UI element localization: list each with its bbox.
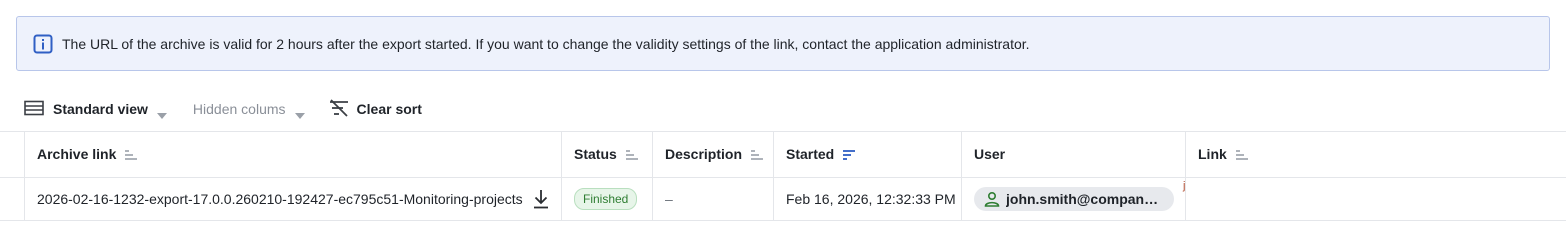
chevron-down-icon bbox=[294, 106, 305, 119]
clear-sort-icon bbox=[329, 98, 349, 120]
archive-table: Archive link Status Description Started … bbox=[0, 131, 1566, 223]
divider bbox=[0, 220, 1566, 221]
column-divider bbox=[773, 131, 774, 221]
table-row-status: Finished bbox=[574, 178, 638, 220]
table-row-started: Feb 16, 2026, 12:32:33 PM bbox=[786, 178, 956, 220]
sort-icon[interactable] bbox=[1235, 148, 1249, 160]
download-icon[interactable] bbox=[533, 189, 549, 209]
archive-link-text: 2026-02-16-1232-export-17.0.0.260210-192… bbox=[37, 191, 523, 207]
column-header-link[interactable]: Link bbox=[1198, 131, 1249, 177]
column-header-label: User bbox=[974, 146, 1006, 162]
column-divider bbox=[652, 131, 653, 221]
column-header-label: Link bbox=[1198, 146, 1227, 162]
column-divider bbox=[24, 131, 25, 221]
chevron-down-icon bbox=[156, 106, 167, 119]
table-row-user: john.smith@company.c... bbox=[974, 178, 1174, 220]
column-header-label: Archive link bbox=[37, 146, 117, 162]
standard-view-dropdown[interactable]: Standard view bbox=[24, 100, 167, 119]
table-row-description: – bbox=[665, 178, 673, 220]
hidden-columns-label: Hidden colums bbox=[192, 101, 286, 117]
column-header-label: Started bbox=[786, 146, 835, 162]
standard-view-label: Standard view bbox=[53, 101, 148, 117]
sort-active-icon[interactable] bbox=[842, 148, 856, 160]
started-text: Feb 16, 2026, 12:32:33 PM bbox=[786, 191, 956, 207]
hidden-columns-dropdown[interactable]: Hidden colums bbox=[192, 101, 305, 119]
info-icon bbox=[33, 34, 53, 54]
column-header-started[interactable]: Started bbox=[786, 131, 856, 177]
description-text: – bbox=[665, 191, 673, 207]
user-name: john.smith@company.c... bbox=[1006, 191, 1162, 207]
clear-sort-label: Clear sort bbox=[356, 101, 422, 117]
column-header-label: Status bbox=[574, 146, 617, 162]
user-icon bbox=[984, 191, 1000, 207]
divider bbox=[0, 131, 1566, 132]
sort-icon[interactable] bbox=[750, 148, 764, 160]
column-divider bbox=[961, 131, 962, 221]
column-header-description[interactable]: Description bbox=[665, 131, 764, 177]
column-header-archive-link[interactable]: Archive link bbox=[37, 131, 138, 177]
table-view-icon bbox=[24, 100, 44, 119]
status-badge: Finished bbox=[574, 188, 638, 210]
column-header-label: Description bbox=[665, 146, 743, 162]
column-header-user[interactable]: User bbox=[974, 131, 1005, 177]
info-banner: The URL of the archive is valid for 2 ho… bbox=[16, 16, 1550, 71]
column-divider bbox=[561, 131, 562, 221]
banner-message: The URL of the archive is valid for 2 ho… bbox=[62, 35, 1030, 52]
grid-toolbar: Standard view Hidden colums Clear sort bbox=[24, 96, 422, 122]
table-row-archive-link: 2026-02-16-1232-export-17.0.0.260210-192… bbox=[37, 178, 549, 220]
column-header-status[interactable]: Status bbox=[574, 131, 639, 177]
column-divider bbox=[1185, 131, 1186, 221]
user-chip[interactable]: john.smith@company.c... bbox=[974, 187, 1174, 211]
link-cell-text[interactable]: j bbox=[1183, 180, 1185, 192]
clear-sort-button[interactable]: Clear sort bbox=[329, 98, 422, 120]
sort-icon[interactable] bbox=[625, 148, 639, 160]
sort-icon[interactable] bbox=[124, 148, 138, 160]
